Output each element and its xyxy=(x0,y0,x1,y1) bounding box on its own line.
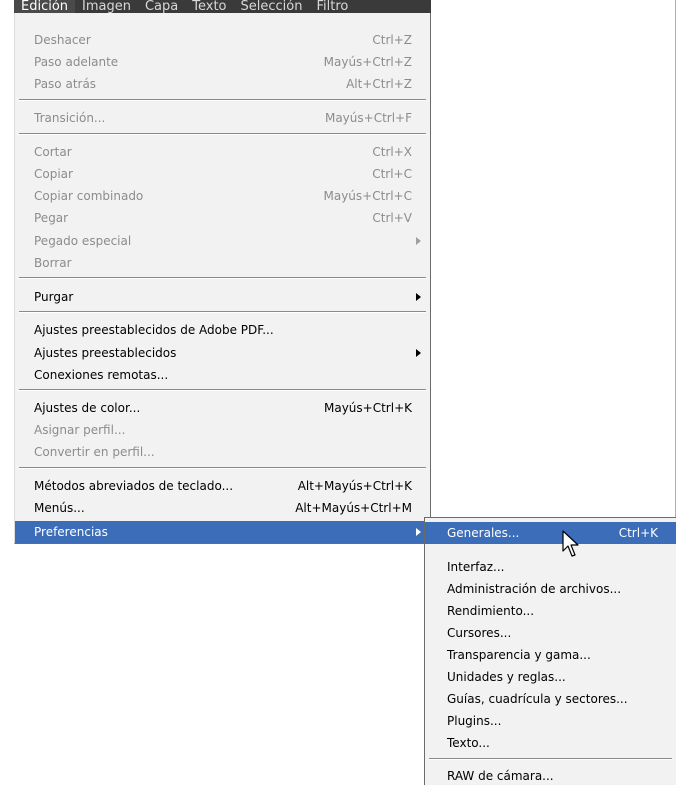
menu-bar: Edición Imagen Capa Texto Selección Filt… xyxy=(14,0,431,13)
menu-item-cortar[interactable]: Cortar Ctrl+X xyxy=(15,141,430,163)
menu-item-label: Ajustes preestablecidos xyxy=(34,346,177,360)
menu-item-asignar-perfil[interactable]: Asignar perfil... xyxy=(15,419,430,441)
submenu-arrow-icon xyxy=(416,293,421,301)
menu-item-label: Pegado especial xyxy=(34,234,132,248)
submenu-arrow-icon xyxy=(416,349,421,357)
menu-item-label: Menús... xyxy=(34,501,85,515)
menu-imagen[interactable]: Imagen xyxy=(75,0,138,13)
menu-item-label: Guías, cuadrícula y sectores... xyxy=(447,692,628,706)
menu-item-label: Rendimiento... xyxy=(447,604,535,618)
menu-item-paso-adelante[interactable]: Paso adelante Mayús+Ctrl+Z xyxy=(15,51,430,73)
submenu-item-guias-cuadricula[interactable]: Guías, cuadrícula y sectores... xyxy=(425,688,676,710)
menu-item-label: Plugins... xyxy=(447,714,502,728)
menu-item-purgar[interactable]: Purgar xyxy=(15,286,430,308)
edit-menu-dropdown: Deshacer Ctrl+Z Paso adelante Mayús+Ctrl… xyxy=(14,13,431,544)
menu-item-shortcut: Ctrl+C xyxy=(372,167,412,181)
menu-item-label: RAW de cámara... xyxy=(447,769,554,783)
menu-edicion[interactable]: Edición xyxy=(14,0,76,13)
menu-item-label: Paso adelante xyxy=(34,55,119,69)
menu-item-paso-atras[interactable]: Paso atrás Alt+Ctrl+Z xyxy=(15,73,430,95)
submenu-item-interfaz[interactable]: Interfaz... xyxy=(425,556,676,578)
menu-item-label: Unidades y reglas... xyxy=(447,670,566,684)
submenu-item-plugins[interactable]: Plugins... xyxy=(425,710,676,732)
menu-item-shortcut: Mayús+Ctrl+Z xyxy=(323,55,412,69)
submenu-item-transparencia-gama[interactable]: Transparencia y gama... xyxy=(425,644,676,666)
menu-item-label: Cursores... xyxy=(447,626,512,640)
menu-item-label: Generales... xyxy=(447,526,520,540)
menu-item-pegar[interactable]: Pegar Ctrl+V xyxy=(15,207,430,229)
preferences-submenu: Generales... Ctrl+K Interfaz... Administ… xyxy=(424,517,676,785)
submenu-item-texto[interactable]: Texto... xyxy=(425,732,676,754)
menu-item-label: Deshacer xyxy=(34,33,91,47)
menu-item-metodos-abreviados[interactable]: Métodos abreviados de teclado... Alt+May… xyxy=(15,475,430,497)
menu-texto[interactable]: Texto xyxy=(185,0,233,13)
menu-item-label: Copiar combinado xyxy=(34,189,144,203)
menu-item-deshacer[interactable]: Deshacer Ctrl+Z xyxy=(15,29,430,51)
menu-capa[interactable]: Capa xyxy=(138,0,185,13)
menu-seleccion[interactable]: Selección xyxy=(234,0,310,13)
menu-item-shortcut: Mayús+Ctrl+K xyxy=(324,401,412,415)
menu-item-label: Transición... xyxy=(34,111,106,125)
menu-item-copiar[interactable]: Copiar Ctrl+C xyxy=(15,163,430,185)
menu-item-ajustes-preestablecidos[interactable]: Ajustes preestablecidos xyxy=(15,342,430,364)
submenu-item-raw-camara[interactable]: RAW de cámara... xyxy=(425,765,676,787)
submenu-item-cursores[interactable]: Cursores... xyxy=(425,622,676,644)
mouse-pointer-icon xyxy=(562,530,579,557)
menu-item-label: Transparencia y gama... xyxy=(447,648,591,662)
menu-item-borrar[interactable]: Borrar xyxy=(15,252,430,274)
menu-item-label: Ajustes de color... xyxy=(34,401,141,415)
menu-item-pegado-especial[interactable]: Pegado especial xyxy=(15,230,430,252)
menu-item-label: Purgar xyxy=(34,290,74,304)
menu-item-shortcut: Alt+Ctrl+Z xyxy=(346,77,412,91)
menu-separator xyxy=(19,311,426,313)
menu-item-convertir-perfil[interactable]: Convertir en perfil... xyxy=(15,441,430,463)
menu-item-shortcut: Alt+Mayús+Ctrl+K xyxy=(297,479,412,493)
menu-item-label: Copiar xyxy=(34,167,73,181)
submenu-item-unidades-reglas[interactable]: Unidades y reglas... xyxy=(425,666,676,688)
menu-separator xyxy=(429,758,672,760)
menu-item-ajustes-color[interactable]: Ajustes de color... Mayús+Ctrl+K xyxy=(15,397,430,419)
menu-item-shortcut: Mayús+Ctrl+F xyxy=(324,111,412,125)
menu-item-label: Conexiones remotas... xyxy=(34,368,169,382)
menu-item-ajustes-adobe-pdf[interactable]: Ajustes preestablecidos de Adobe PDF... xyxy=(15,319,430,341)
submenu-arrow-icon xyxy=(416,528,421,536)
menu-item-transicion[interactable]: Transición... Mayús+Ctrl+F xyxy=(15,107,430,129)
menu-item-shortcut: Ctrl+V xyxy=(372,211,412,225)
menu-separator xyxy=(19,99,426,101)
menu-filtro[interactable]: Filtro xyxy=(309,0,355,13)
menu-separator xyxy=(19,133,426,135)
menu-item-label: Ajustes preestablecidos de Adobe PDF... xyxy=(34,323,274,337)
menu-separator xyxy=(19,467,426,469)
menu-item-label: Texto... xyxy=(447,736,490,750)
menu-separator xyxy=(19,277,426,279)
submenu-item-administracion-archivos[interactable]: Administración de archivos... xyxy=(425,578,676,600)
menu-item-label: Cortar xyxy=(34,145,72,159)
menu-item-label: Interfaz... xyxy=(447,560,505,574)
menu-item-label: Asignar perfil... xyxy=(34,423,126,437)
menu-item-label: Convertir en perfil... xyxy=(34,445,155,459)
menu-item-label: Preferencias xyxy=(34,525,108,539)
menu-item-shortcut: Ctrl+Z xyxy=(372,33,412,47)
submenu-item-generales[interactable]: Generales... Ctrl+K xyxy=(425,522,676,544)
menu-item-label: Métodos abreviados de teclado... xyxy=(34,479,234,493)
menu-item-shortcut: Alt+Mayús+Ctrl+M xyxy=(295,501,412,515)
menu-item-menus[interactable]: Menús... Alt+Mayús+Ctrl+M xyxy=(15,497,430,519)
submenu-arrow-icon xyxy=(416,237,421,245)
menu-item-label: Administración de archivos... xyxy=(447,582,622,596)
menu-item-shortcut: Mayús+Ctrl+C xyxy=(323,189,412,203)
submenu-item-rendimiento[interactable]: Rendimiento... xyxy=(425,600,676,622)
menu-separator xyxy=(19,389,426,391)
menu-item-shortcut: Ctrl+K xyxy=(618,526,658,540)
menu-item-shortcut: Ctrl+X xyxy=(372,145,412,159)
menu-item-label: Borrar xyxy=(34,256,72,270)
menu-item-conexiones-remotas[interactable]: Conexiones remotas... xyxy=(15,364,430,386)
menu-item-label: Pegar xyxy=(34,211,69,225)
menu-item-preferencias[interactable]: Preferencias xyxy=(15,521,430,543)
menu-item-label: Paso atrás xyxy=(34,77,97,91)
menu-item-copiar-combinado[interactable]: Copiar combinado Mayús+Ctrl+C xyxy=(15,185,430,207)
